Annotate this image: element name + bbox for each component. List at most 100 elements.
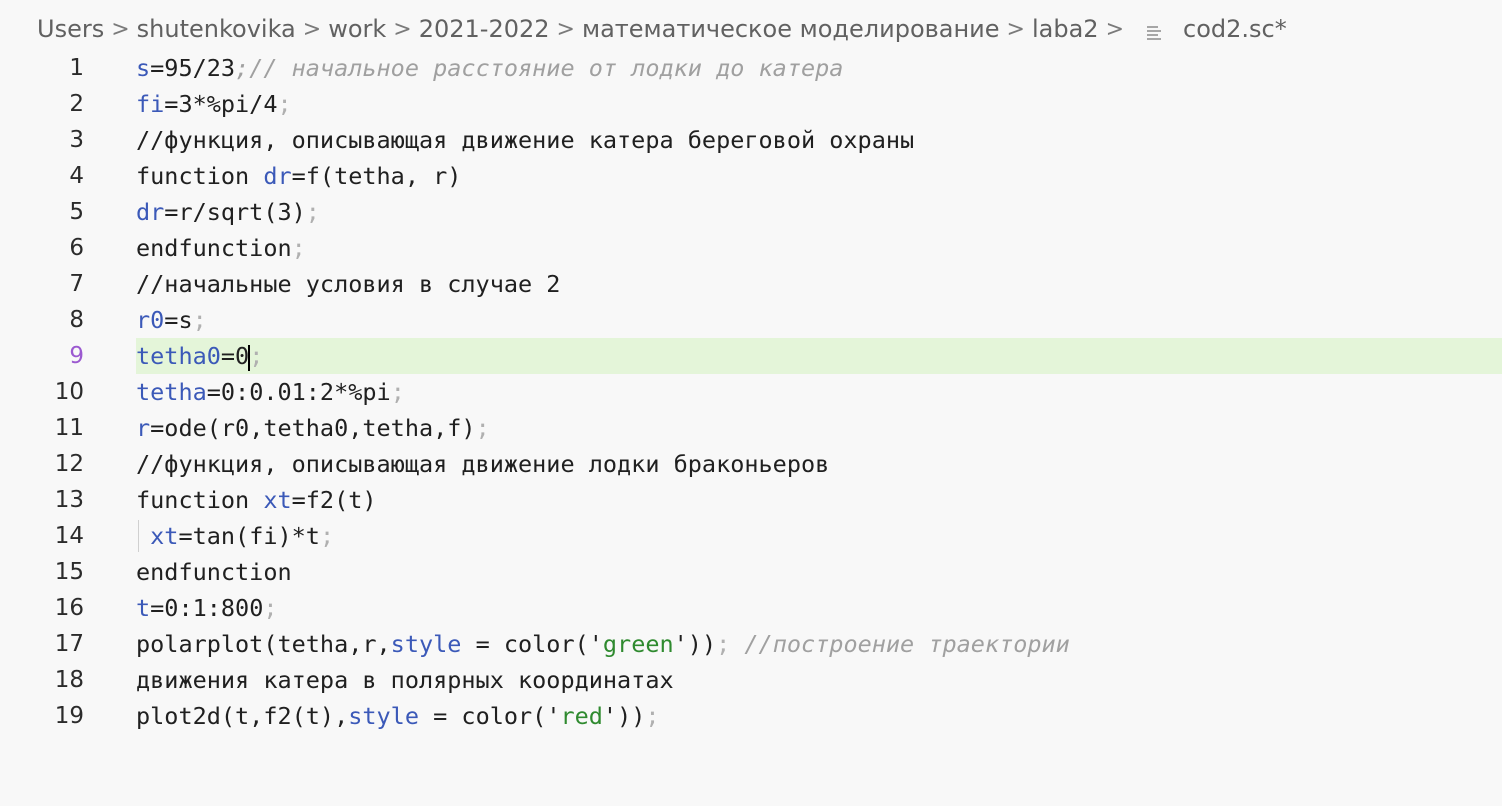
line-number: 19	[54, 703, 84, 729]
code-token-plain: =3*%pi/4	[164, 90, 278, 118]
code-line[interactable]: 2 fi=3*%pi/4;	[0, 86, 1502, 122]
code-token-plain: движения катера в полярных координатах	[136, 666, 674, 694]
code-token-punct: ;	[716, 630, 731, 658]
line-number: 10	[54, 379, 84, 405]
code-text: t=0:1:800;	[136, 590, 278, 626]
code-token-plain: //начальные условия в случае 2	[136, 270, 561, 298]
code-token-plain: endfunction	[136, 234, 292, 262]
code-token-var: style	[390, 630, 462, 658]
code-token-var: r	[136, 414, 151, 442]
code-line[interactable]: 12 //функция, описывающая движение лодки …	[0, 446, 1502, 482]
code-text: s=95/23;// начальное расстояние от лодки…	[136, 50, 843, 86]
line-number: 14	[54, 523, 84, 549]
code-token-string: green	[602, 630, 674, 658]
line-number: 15	[54, 559, 84, 585]
line-number: 9	[69, 343, 84, 369]
code-token-comment: ;// начальное расстояние от лодки до кат…	[235, 54, 844, 82]
code-token-plain: =s	[164, 306, 193, 334]
code-line[interactable]: 14 xt=tan(fi)*t;	[0, 518, 1502, 554]
line-number: 2	[69, 91, 84, 117]
code-line[interactable]: 15 endfunction	[0, 554, 1502, 590]
code-line[interactable]: 4 function dr=f(tetha, r)	[0, 158, 1502, 194]
code-line[interactable]: 7 //начальные условия в случае 2	[0, 266, 1502, 302]
code-text: xt=tan(fi)*t;	[136, 518, 334, 554]
line-number: 1	[69, 55, 84, 81]
breadcrumb-item-shutenkovika[interactable]: shutenkovika	[137, 15, 296, 43]
code-line[interactable]: 13 function xt=f2(t)	[0, 482, 1502, 518]
code-token-punct: ;	[475, 414, 490, 442]
code-text: dr=r/sqrt(3);	[136, 194, 320, 230]
code-token-punct: ;	[390, 378, 405, 406]
code-token-var: fi	[136, 90, 165, 118]
code-token-plain: polarplot(tetha,r,	[136, 630, 391, 658]
code-token-var: style	[348, 702, 419, 730]
code-token-plain: = color('	[418, 702, 561, 730]
code-token-plain: =f(tetha, r)	[291, 162, 462, 190]
code-token-plain: =0:0.01:2*%pi	[206, 378, 391, 406]
code-text: tetha0=0;	[136, 338, 263, 374]
code-line[interactable]: 1 s=95/23;// начальное расстояние от лодк…	[0, 50, 1502, 86]
file-lines-icon	[1145, 20, 1163, 40]
code-line[interactable]: 17 polarplot(tetha,r,style = color('green…	[0, 626, 1502, 662]
code-text: движения катера в полярных координатах	[136, 662, 674, 698]
code-line[interactable]: 8 r0=s;	[0, 302, 1502, 338]
code-token-var: r0	[136, 306, 165, 334]
code-line[interactable]: 6 endfunction;	[0, 230, 1502, 266]
line-number: 8	[69, 307, 84, 333]
line-number: 4	[69, 163, 84, 189]
code-token-punct: ;	[249, 342, 264, 370]
code-text: function xt=f2(t)	[136, 482, 377, 518]
breadcrumb-file[interactable]: cod2.sc*	[1183, 15, 1287, 43]
code-text: polarplot(tetha,r,style = color('green')…	[136, 626, 1070, 662]
code-token-var: s	[136, 54, 151, 82]
code-token-punct: ;	[291, 234, 306, 262]
current-line-highlight	[136, 338, 1502, 374]
code-token-plain: endfunction	[136, 558, 292, 586]
code-text: //функция, описывающая движение катера б…	[136, 122, 914, 158]
code-editor[interactable]: 1 s=95/23;// начальное расстояние от лодк…	[0, 50, 1502, 806]
code-token-punct: ;	[305, 198, 320, 226]
code-line[interactable]: 19 plot2d(t,f2(t),style = color('red'));	[0, 698, 1502, 734]
code-text: plot2d(t,f2(t),style = color('red'));	[136, 698, 660, 734]
code-line[interactable]: 5 dr=r/sqrt(3);	[0, 194, 1502, 230]
code-token-var: xt	[263, 486, 292, 514]
chevron-right-icon: >	[1105, 16, 1125, 42]
code-token-var: tetha	[136, 378, 207, 406]
line-number: 16	[54, 595, 84, 621]
code-text: fi=3*%pi/4;	[136, 86, 292, 122]
breadcrumb-item-users[interactable]: Users	[37, 15, 104, 43]
chevron-right-icon: >	[393, 16, 412, 42]
code-token-punct: ;	[645, 702, 660, 730]
chevron-right-icon: >	[302, 16, 322, 42]
code-line[interactable]: 9 tetha0=0;	[0, 338, 1502, 374]
line-number: 3	[69, 127, 84, 153]
code-token-var: xt	[150, 522, 179, 550]
line-number: 17	[54, 631, 84, 657]
code-token-plain: //функция, описывающая движение лодки бр…	[136, 450, 830, 478]
breadcrumb-item-2021-2022[interactable]: 2021-2022	[419, 15, 550, 43]
breadcrumb-item-work[interactable]: work	[328, 15, 386, 43]
code-token-comment: //построение траектории	[730, 630, 1070, 658]
breadcrumb-item-modeling[interactable]: математическое моделирование	[582, 15, 1000, 43]
code-token-punct: ;	[192, 306, 207, 334]
code-token-var: tetha0	[136, 342, 221, 370]
line-number: 6	[69, 235, 84, 261]
code-line[interactable]: 16 t=0:1:800;	[0, 590, 1502, 626]
code-line[interactable]: 18 движения катера в полярных координатах	[0, 662, 1502, 698]
code-token-plain: =r/sqrt(3)	[164, 198, 306, 226]
code-line[interactable]: 10 tetha=0:0.01:2*%pi;	[0, 374, 1502, 410]
code-token-plain: function	[136, 486, 264, 514]
code-line[interactable]: 3 //функция, описывающая движение катера …	[0, 122, 1502, 158]
code-token-punct: ;	[277, 90, 292, 118]
line-number: 18	[54, 667, 84, 693]
code-token-plain: =95/23	[150, 54, 236, 82]
code-text: r0=s;	[136, 302, 207, 338]
code-text: endfunction;	[136, 230, 306, 266]
code-text: r=ode(r0,tetha0,tetha,f);	[136, 410, 490, 446]
breadcrumb-item-laba2[interactable]: laba2	[1032, 15, 1099, 43]
code-token-plain: =ode(r0,tetha0,tetha,f)	[150, 414, 476, 442]
code-line[interactable]: 11 r=ode(r0,tetha0,tetha,f);	[0, 410, 1502, 446]
line-number: 11	[54, 415, 84, 441]
code-token-plain: '))	[673, 630, 717, 658]
